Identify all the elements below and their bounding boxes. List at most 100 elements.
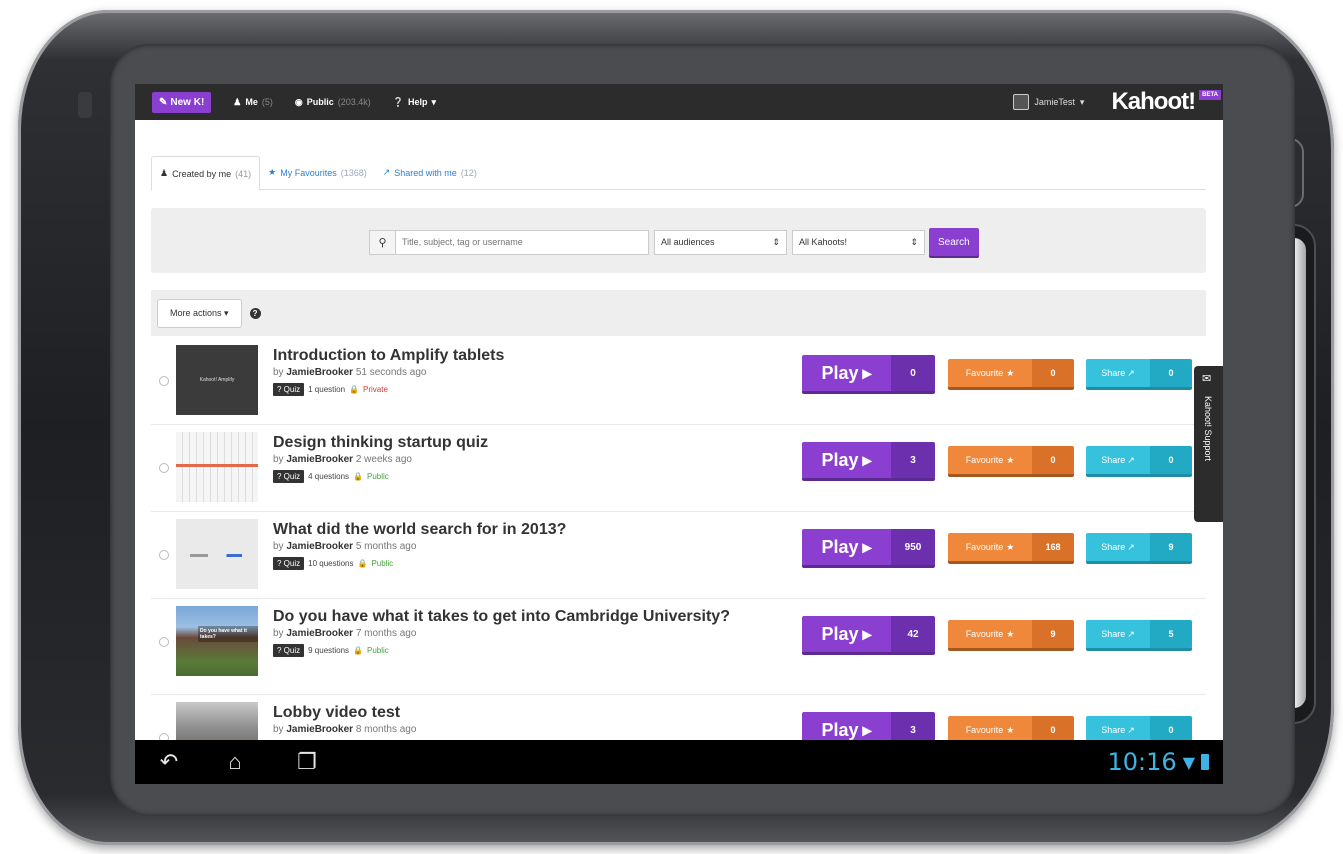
kahoot-thumbnail[interactable]: Do you have what it takes? [176, 606, 258, 676]
kahoot-thumbnail[interactable]: Kahoot! Amplify [176, 345, 258, 415]
quiz-badge: ? Quiz [273, 470, 305, 483]
kahoot-byline: by JamieBrooker 7 months ago [273, 628, 417, 639]
search-button[interactable]: Search [929, 228, 979, 256]
support-tab[interactable]: ✉ Kahoot! Support [1194, 366, 1223, 522]
play-count: 950 [891, 529, 935, 565]
help-icon: ❔ [392, 96, 405, 107]
play-button[interactable]: Play ▸ 3 [802, 442, 935, 478]
play-count: 3 [891, 442, 935, 478]
author-link[interactable]: JamieBrooker [286, 454, 353, 465]
actions-bar: More actions ▾ ? [151, 290, 1206, 336]
library-tabs: ♟ Created by me (41) ★ My Favourites (13… [151, 156, 1206, 191]
search-input[interactable] [395, 229, 649, 255]
play-button[interactable]: Play ▸ 0 [802, 355, 935, 391]
favourite-button[interactable]: Favourite ★ 9 [948, 620, 1074, 648]
audience-select[interactable]: All audiences ⇕ [654, 229, 787, 255]
favourite-count: 0 [1032, 446, 1074, 474]
user-icon: ♟ [160, 168, 169, 178]
back-icon[interactable]: ↶ [139, 749, 199, 775]
caret-down-icon: ▾ [224, 307, 229, 318]
kahoot-thumbnail[interactable] [176, 519, 258, 589]
play-button[interactable]: Play ▸ 42 [802, 616, 935, 652]
author-link[interactable]: JamieBrooker [286, 367, 353, 378]
favourite-button[interactable]: Favourite ★ 168 [948, 533, 1074, 561]
star-icon: ★ [1006, 628, 1015, 639]
share-icon: ↗ [1127, 724, 1135, 735]
play-icon: ▸ [862, 719, 872, 740]
tablet-screen: ✎ New K! ♟ Me (5) ◉ Public (203.4k) ❔ He… [135, 84, 1223, 784]
more-actions-button[interactable]: More actions ▾ [157, 298, 242, 328]
favourite-count: 168 [1032, 533, 1074, 561]
share-button[interactable]: Share ↗ 5 [1086, 620, 1192, 648]
quiz-badge: ? Quiz [273, 644, 305, 657]
share-button[interactable]: Share ↗ 9 [1086, 533, 1192, 561]
share-count: 5 [1150, 620, 1192, 648]
visibility-label: Public [367, 472, 389, 481]
user-menu[interactable]: JamieTest ▾ [1013, 94, 1084, 110]
kahoot-byline: by JamieBrooker 51 seconds ago [273, 367, 427, 378]
select-arrows-icon: ⇕ [772, 236, 780, 247]
tab-my-favourites[interactable]: ★ My Favourites (1368) [260, 156, 375, 189]
wifi-icon: ▼ [1182, 752, 1195, 772]
battery-icon [1201, 754, 1209, 770]
author-link[interactable]: JamieBrooker [286, 541, 353, 552]
favourite-button[interactable]: Favourite ★ 0 [948, 359, 1074, 387]
lock-icon: 🔒 [349, 385, 360, 394]
share-icon: ↗ [1127, 628, 1135, 639]
search-panel: ⚲ All audiences ⇕ All Kahoots! ⇕ Search [151, 208, 1206, 273]
scope-select[interactable]: All Kahoots! ⇕ [792, 229, 925, 255]
share-count: 9 [1150, 533, 1192, 561]
play-icon: ▸ [862, 623, 872, 644]
visibility-label: Public [367, 646, 389, 655]
kahoot-title[interactable]: What did the world search for in 2013? [273, 521, 773, 538]
author-link[interactable]: JamieBrooker [286, 628, 353, 639]
star-icon: ★ [1006, 724, 1015, 735]
share-button[interactable]: Share ↗ 0 [1086, 446, 1192, 474]
list-item: Kahoot! Amplify Introduction to Amplify … [151, 338, 1206, 425]
list-item: What did the world search for in 2013? b… [151, 512, 1206, 599]
top-navbar: ✎ New K! ♟ Me (5) ◉ Public (203.4k) ❔ He… [135, 84, 1223, 120]
new-kahoot-button[interactable]: ✎ New K! [152, 91, 212, 113]
edit-icon: ✎ [159, 96, 168, 108]
home-icon[interactable]: ⌂ [199, 749, 271, 775]
select-arrows-icon: ⇕ [910, 236, 918, 247]
help-icon[interactable]: ? [249, 307, 261, 319]
caret-down-icon: ▾ [431, 96, 437, 107]
share-button[interactable]: Share ↗ 0 [1086, 359, 1192, 387]
select-checkbox[interactable] [159, 637, 169, 647]
tab-shared-with-me[interactable]: ↗ Shared with me (12) [375, 156, 485, 189]
kahoot-title[interactable]: Introduction to Amplify tablets [273, 347, 773, 364]
share-count: 0 [1150, 446, 1192, 474]
play-count: 42 [891, 616, 935, 652]
select-checkbox[interactable] [159, 550, 169, 560]
star-icon: ★ [1006, 454, 1015, 465]
author-link[interactable]: JamieBrooker [286, 724, 353, 735]
kahoot-title[interactable]: Design thinking startup quiz [273, 434, 773, 451]
beta-badge: BETA [1199, 90, 1221, 100]
quiz-badge: ? Quiz [273, 383, 305, 396]
kahoot-thumbnail[interactable] [176, 432, 258, 502]
nav-public[interactable]: ◉ Public (203.4k) [295, 97, 371, 108]
kahoot-list: Kahoot! Amplify Introduction to Amplify … [151, 338, 1206, 782]
play-button[interactable]: Play ▸ 950 [802, 529, 935, 565]
lock-icon: 🔒 [353, 472, 364, 481]
favourite-button[interactable]: Favourite ★ 0 [948, 446, 1074, 474]
search-icon: ⚲ [369, 229, 395, 255]
nav-me[interactable]: ♟ Me (5) [233, 97, 273, 108]
kahoot-logo[interactable]: Kahoot! [1111, 88, 1196, 116]
recent-apps-icon[interactable]: ❐ [271, 749, 343, 775]
kahoot-title[interactable]: Lobby video test [273, 704, 773, 721]
select-checkbox[interactable] [159, 376, 169, 386]
play-icon: ▸ [862, 449, 872, 470]
tab-created-by-me[interactable]: ♟ Created by me (41) [151, 156, 261, 191]
nav-help[interactable]: ❔ Help ▾ [393, 97, 436, 108]
select-checkbox[interactable] [159, 463, 169, 473]
lock-icon: 🔒 [357, 559, 368, 568]
play-count: 0 [891, 355, 935, 391]
star-icon: ★ [1006, 541, 1015, 552]
star-icon: ★ [268, 167, 277, 177]
kahoot-byline: by JamieBrooker 5 months ago [273, 541, 417, 552]
kahoot-meta: ? Quiz 1 question 🔒 Private [273, 383, 773, 396]
kahoot-title[interactable]: Do you have what it takes to get into Ca… [273, 608, 773, 625]
visibility-label: Public [371, 559, 394, 568]
